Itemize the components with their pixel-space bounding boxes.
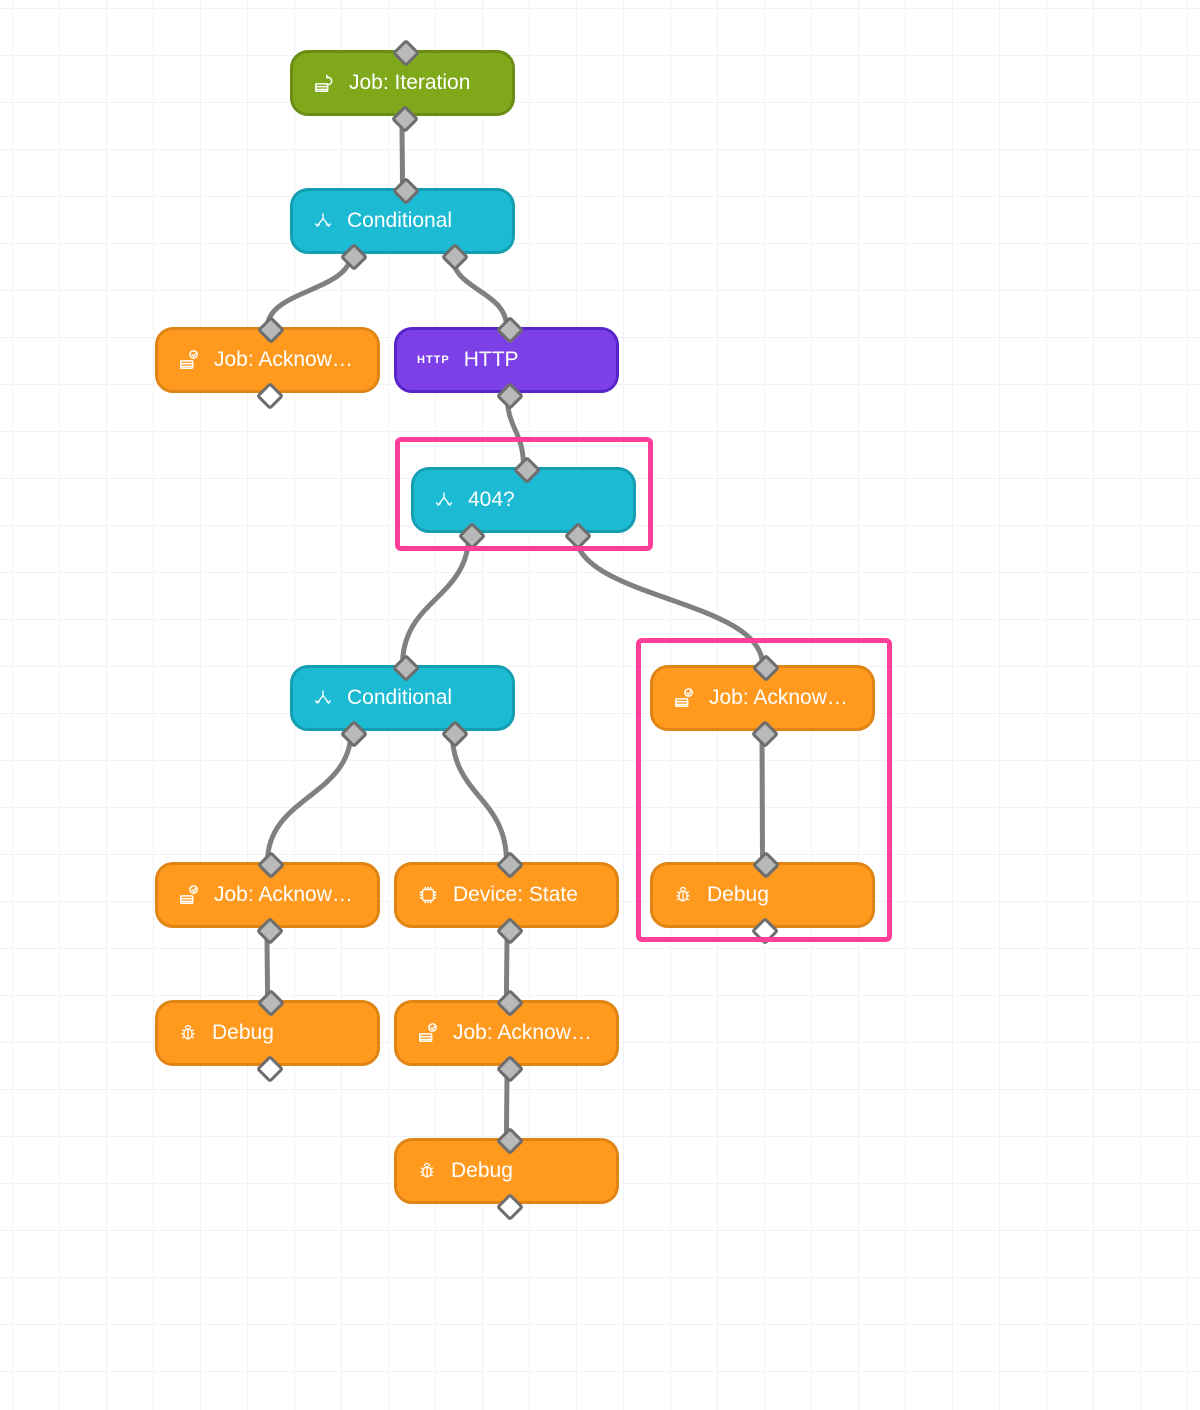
port-out-0[interactable] [496,382,524,410]
http-icon: HTTP [417,354,450,366]
node-check_404[interactable]: 404? [411,467,636,533]
edge-conditional_1-job_ack_1 [268,254,352,327]
node-debug_1[interactable]: Debug [650,862,875,928]
job-iterate-icon [313,72,335,94]
node-label: Job: Acknow… [214,348,353,372]
node-conditional_1[interactable]: Conditional [290,188,515,254]
port-out-0[interactable] [751,917,779,945]
port-in[interactable] [495,1127,523,1155]
node-job_ack_3[interactable]: Job: Acknow… [155,862,380,928]
port-out-0[interactable] [496,917,524,945]
node-label: Debug [451,1159,513,1183]
device-icon [417,884,439,906]
workflow-canvas[interactable]: Job: Iteration Conditional Job: Acknow… HTT… [0,0,1200,1410]
bug-icon [417,1161,437,1181]
job-ack-icon [178,884,200,906]
node-label: Debug [212,1021,274,1045]
edge-job_ack_2-debug_1 [762,731,763,862]
port-out-0[interactable] [496,1193,524,1221]
port-in[interactable] [495,989,523,1017]
node-label: Job: Acknow… [214,883,353,907]
node-debug_3[interactable]: Debug [394,1138,619,1204]
node-conditional_2[interactable]: Conditional [290,665,515,731]
port-in[interactable] [391,654,419,682]
port-out-0[interactable] [496,1055,524,1083]
node-label: Job: Acknow… [453,1021,592,1045]
port-out-0[interactable] [340,243,368,271]
port-in[interactable] [256,989,284,1017]
edge-check_404-conditional_2 [403,533,470,665]
node-debug_2[interactable]: Debug [155,1000,380,1066]
port-out-1[interactable] [441,243,469,271]
edge-conditional_2-job_ack_3 [268,731,352,862]
branch-icon [434,490,454,510]
node-label: Device: State [453,883,578,907]
bug-icon [178,1023,198,1043]
port-in[interactable] [751,851,779,879]
node-label: Debug [707,883,769,907]
node-label: 404? [468,488,515,512]
port-out-0[interactable] [256,917,284,945]
job-ack-icon [178,349,200,371]
port-out-1[interactable] [564,522,592,550]
node-job_iteration[interactable]: Job: Iteration [290,50,515,116]
port-in[interactable] [391,39,419,67]
port-out-1[interactable] [441,720,469,748]
node-job_ack_2[interactable]: Job: Acknow… [650,665,875,731]
node-label: Job: Iteration [349,71,470,95]
port-in[interactable] [751,654,779,682]
node-label: HTTP [464,348,519,372]
node-label: Conditional [347,686,452,710]
node-http[interactable]: HTTP HTTP [394,327,619,393]
branch-icon [313,688,333,708]
port-in[interactable] [256,316,284,344]
node-label: Job: Acknow… [709,686,848,710]
port-out-0[interactable] [256,1055,284,1083]
port-out-0[interactable] [340,720,368,748]
job-ack-icon [417,1022,439,1044]
port-out-0[interactable] [391,105,419,133]
port-in[interactable] [391,177,419,205]
edge-conditional_2-device_state [452,731,507,862]
edge-check_404-job_ack_2 [575,533,763,665]
port-in[interactable] [256,851,284,879]
node-job_ack_1[interactable]: Job: Acknow… [155,327,380,393]
port-in[interactable] [495,851,523,879]
port-out-0[interactable] [256,382,284,410]
bug-icon [673,885,693,905]
branch-icon [313,211,333,231]
node-label: Conditional [347,209,452,233]
node-device_state[interactable]: Device: State [394,862,619,928]
port-out-0[interactable] [458,522,486,550]
job-ack-icon [673,687,695,709]
port-in[interactable] [512,456,540,484]
port-out-0[interactable] [751,720,779,748]
port-in[interactable] [495,316,523,344]
node-job_ack_4[interactable]: Job: Acknow… [394,1000,619,1066]
